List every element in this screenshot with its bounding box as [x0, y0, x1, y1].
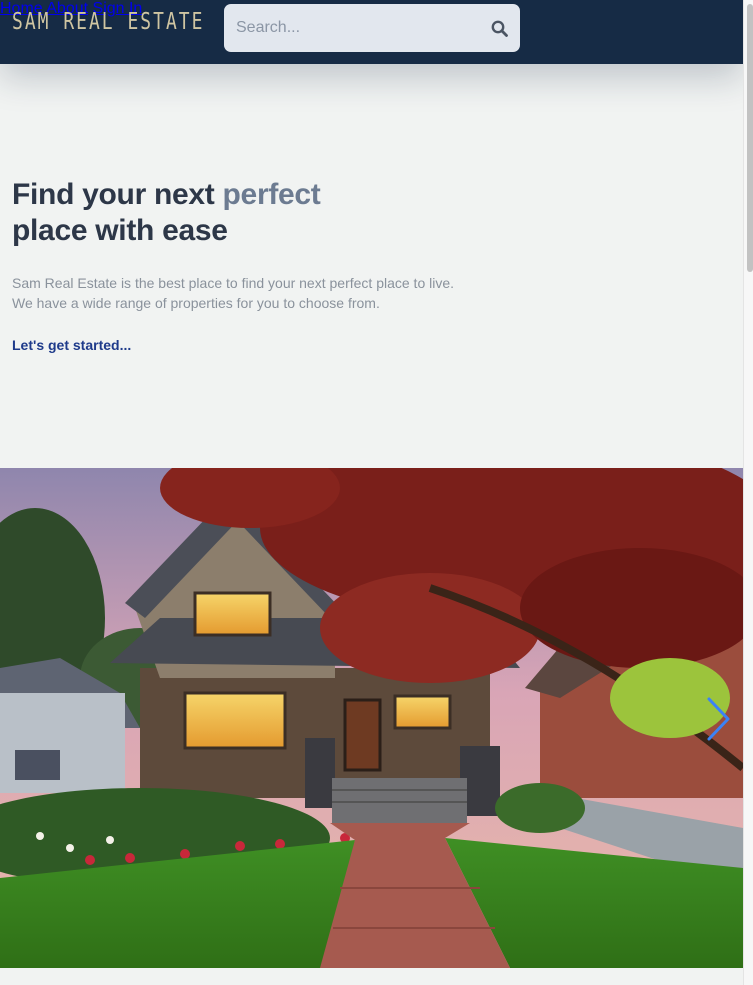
hero-title-part2: place with ease — [12, 214, 228, 247]
house-photo — [0, 468, 743, 968]
listing-image-slider[interactable] — [0, 468, 743, 968]
left-house-window — [15, 750, 60, 780]
hero-description: Sam Real Estate is the best place to fin… — [12, 273, 454, 313]
site-logo[interactable]: SAM REAL ESTATE — [12, 9, 204, 35]
gable-window — [193, 591, 272, 637]
porch-door — [343, 698, 382, 772]
search-input[interactable] — [224, 4, 484, 52]
porch-window-left — [183, 691, 287, 750]
porch-column-left — [305, 738, 335, 808]
hero-description-line1: Sam Real Estate is the best place to fin… — [12, 275, 455, 291]
porch-steps — [332, 778, 467, 823]
search-icon[interactable] — [491, 20, 508, 37]
scrollbar-thumb[interactable] — [747, 4, 753, 272]
page-scrollbar[interactable] — [743, 0, 753, 985]
hero-description-line2: We have a wide range of properties for y… — [12, 295, 380, 311]
search-bar[interactable] — [224, 4, 520, 52]
hero-title-accent: perfect — [222, 178, 321, 211]
hero-title-part1: Find your next — [12, 178, 215, 211]
chevron-right-icon[interactable] — [704, 696, 732, 742]
hero-title: Find your next perfect place with ease — [12, 177, 321, 249]
get-started-link[interactable]: Let's get started... — [12, 337, 131, 353]
porch-window-right — [393, 694, 452, 730]
site-header: SAM REAL ESTATE Home About Sign In — [0, 0, 743, 64]
